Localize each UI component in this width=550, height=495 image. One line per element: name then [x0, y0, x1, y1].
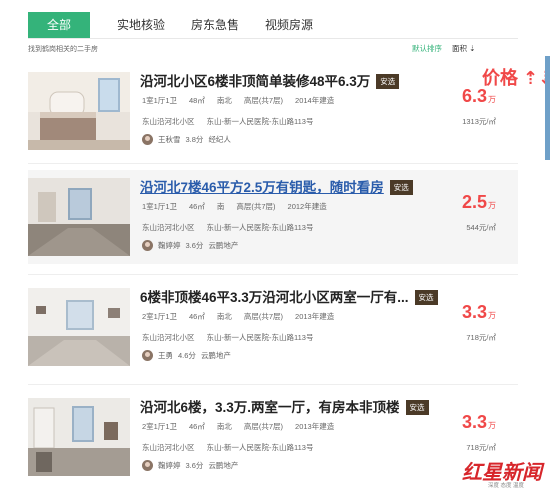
listing-attributes: 1室1厅1卫 46㎡南高层(共7层) 2012年建造	[142, 202, 327, 211]
sort-default-button[interactable]: 默认排序	[412, 43, 442, 54]
agent-info: 鞠婷婷 3.6分 云鹏地产	[142, 460, 243, 471]
unit-price: 718元/㎡	[466, 333, 496, 342]
agent-info: 王勇 4.6分 云鹏地产	[142, 350, 236, 361]
community-link[interactable]: 东山沿河北小区	[142, 223, 195, 232]
listing-attributes: 2室1厅1卫 46㎡ 南北 高层(共7层) 2013年建造	[142, 422, 335, 431]
listing-card[interactable]: 6楼非顶楼46平3.3万沿河北小区两室一厅有... 安选 2室1厅1卫 46㎡ 南北高…	[28, 280, 518, 374]
side-banner-edge	[545, 56, 550, 160]
divider	[28, 384, 518, 385]
tab-urgent-sale[interactable]: 房东急售	[178, 12, 252, 38]
tab-verified[interactable]: 实地核验	[104, 12, 178, 38]
total-price: 3.3万	[461, 302, 496, 322]
safe-badge: 安选	[405, 400, 429, 415]
result-bar: 找到鹤岗相关的二手房 默认排序 面积 ⇣ 价格 ⇡⇣	[28, 42, 550, 88]
listing-card[interactable]: 沿河北6楼，3.3万.两室一厅，有房本非顶楼 安选 2室1厅1卫 46㎡ 南北 高层(共…	[28, 390, 518, 484]
listing-location: 东山沿河北小区 东山-新一人民医院-东山路113号	[142, 223, 314, 232]
listing-card[interactable]: 沿河北7楼46平方2.5万有钥匙，随时看房 安选 1室1厅1卫 46㎡南高层(共7层…	[28, 170, 518, 264]
result-count-text: 找到鹤岗相关的二手房	[28, 46, 98, 53]
listing-photo[interactable]	[28, 72, 130, 150]
listing-photo[interactable]	[28, 398, 130, 476]
safe-badge: 安选	[376, 74, 400, 89]
unit-price: 1313元/㎡	[462, 117, 496, 126]
agent-name[interactable]: 鞠婷婷	[158, 240, 181, 251]
divider	[28, 163, 518, 164]
avatar	[142, 134, 153, 145]
listing-location: 东山沿河北小区 东山-新一人民医院-东山路113号	[142, 333, 314, 342]
news-watermark-logo: 红星新闻 深度 态度 温度	[462, 460, 542, 489]
tabs-divider	[28, 38, 518, 39]
agent-name[interactable]: 王勇	[158, 350, 173, 361]
listing-photo[interactable]	[28, 178, 130, 256]
tab-video[interactable]: 视频房源	[252, 12, 326, 38]
filter-tabs: 全部 实地核验 房东急售 视频房源	[28, 12, 326, 38]
divider	[28, 274, 518, 275]
total-price: 6.3万	[461, 86, 496, 106]
safe-badge: 安选	[414, 290, 438, 305]
avatar	[142, 460, 153, 471]
listing-card[interactable]: 沿河北小区6楼非顶简单装修48平6.3万 安选 1室1厅1卫 48㎡ 南北 高层(共7层…	[28, 64, 518, 158]
community-link[interactable]: 东山沿河北小区	[142, 443, 195, 452]
unit-price: 718元/㎡	[466, 443, 496, 452]
safe-badge: 安选	[389, 180, 413, 195]
community-link[interactable]: 东山沿河北小区	[142, 117, 195, 126]
avatar	[142, 240, 153, 251]
agent-info: 鞠婷婷 3.6分 云鹏地产	[142, 240, 243, 251]
tab-all[interactable]: 全部	[28, 12, 90, 38]
listing-title[interactable]: 沿河北7楼46平方2.5万有钥匙，随时看房 安选	[140, 176, 413, 196]
listing-title[interactable]: 沿河北小区6楼非顶简单装修48平6.3万 安选	[140, 70, 400, 90]
listing-title[interactable]: 沿河北6楼，3.3万.两室一厅，有房本非顶楼 安选	[140, 396, 429, 416]
agent-name[interactable]: 鞠婷婷	[158, 460, 181, 471]
total-price: 3.3万	[461, 412, 496, 432]
listing-location: 东山沿河北小区 东山-新一人民医院-东山路113号	[142, 117, 314, 126]
listing-title[interactable]: 6楼非顶楼46平3.3万沿河北小区两室一厅有... 安选	[140, 286, 438, 306]
community-link[interactable]: 东山沿河北小区	[142, 333, 195, 342]
sort-area-button[interactable]: 面积 ⇣	[452, 43, 475, 54]
listing-attributes: 1室1厅1卫 48㎡ 南北 高层(共7层) 2014年建造	[142, 96, 335, 105]
agent-name[interactable]: 王秋雪	[158, 134, 181, 145]
listing-attributes: 2室1厅1卫 46㎡ 南北 高层(共7层) 2013年建造	[142, 312, 335, 321]
avatar	[142, 350, 153, 361]
total-price: 2.5万	[461, 192, 496, 212]
unit-price: 544元/㎡	[466, 223, 496, 232]
listing-location: 东山沿河北小区 东山-新一人民医院-东山路113号	[142, 443, 314, 452]
agent-info: 王秋雪 3.8分 经纪人	[142, 134, 236, 145]
listing-photo[interactable]	[28, 288, 130, 366]
